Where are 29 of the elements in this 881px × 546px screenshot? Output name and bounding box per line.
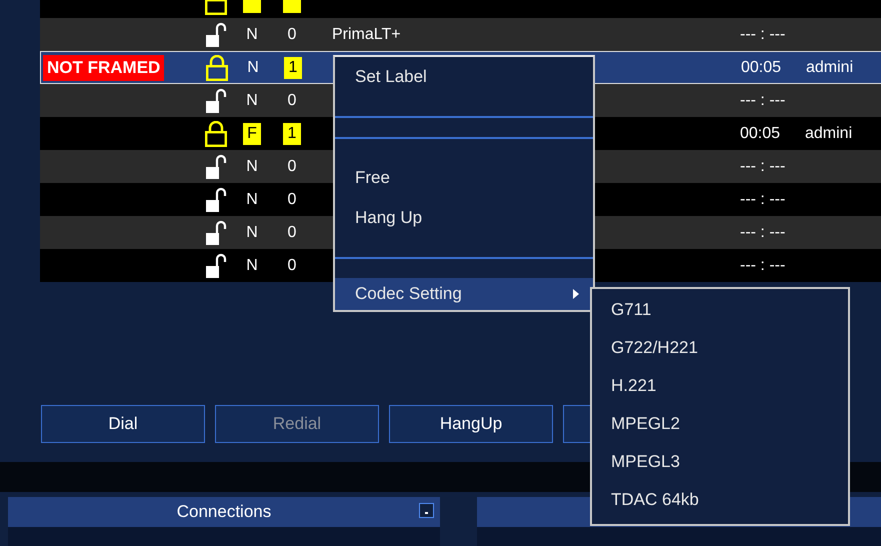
table-cell: 00:05 [741,58,782,76]
table-cell: --- : --- [740,190,786,208]
status-cell: F [243,122,261,144]
count-cell-text: 0 [286,156,298,176]
count-cell: 1 [283,122,301,144]
panel-title: Connections [176,502,272,522]
status-cell-text: N [245,222,259,242]
table-cell: --- : --- [740,26,786,42]
count-cell-text: 0 [286,190,298,210]
status-cell-text: N [245,24,259,44]
status-cell-text: N [245,256,259,276]
status-badge: NOT FRAMED [43,54,164,80]
table-cell: --- : --- [740,92,786,108]
status-cell-text: N [246,58,260,78]
count-cell-text: 0 [286,24,298,44]
status-cell-text: N [245,156,259,176]
table-cell: --- : --- [740,224,786,240]
status-cell-text: N [245,90,259,110]
table-cell: PrimaLT+ [332,26,401,42]
table-cell: admini [805,124,852,142]
status-cell-text: N [245,190,259,210]
count-cell-text: 0 [286,222,298,242]
table-cell: 00:05 [740,124,780,142]
count-cell-text: 0 [286,90,298,110]
table-cell: --- : --- [740,256,786,274]
count-cell-text: 0 [286,256,298,276]
table-cell: admini [806,58,854,76]
count-cell: 1 [284,56,302,78]
table-cell: --- : --- [740,158,786,174]
